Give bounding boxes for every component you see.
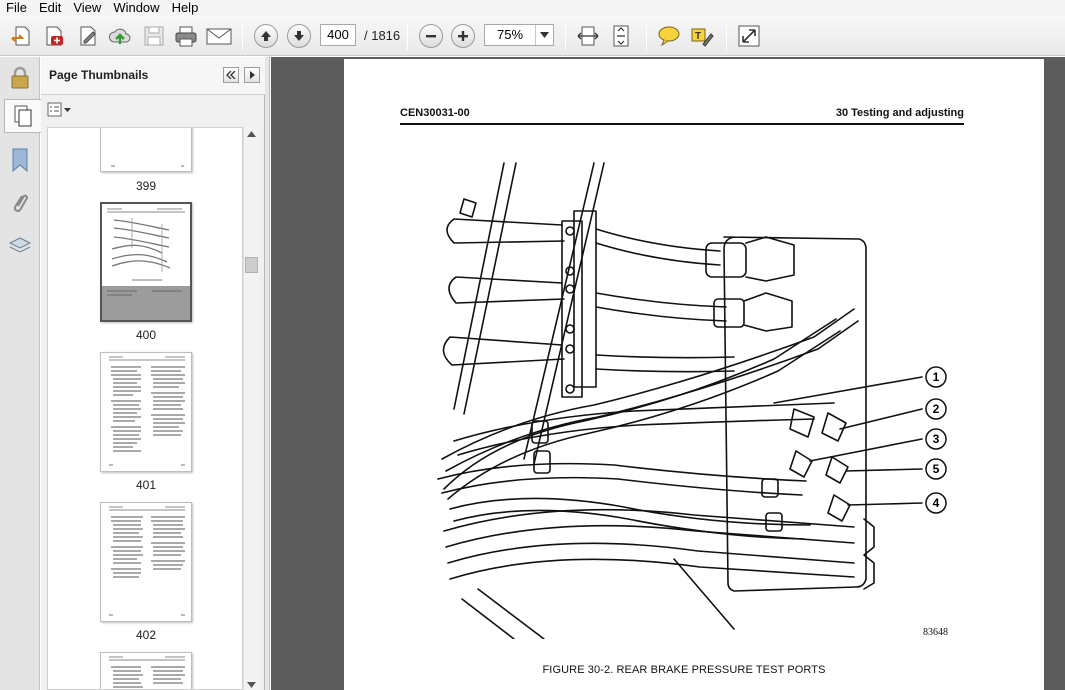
layers-icon[interactable]: [4, 229, 36, 263]
menu-help[interactable]: Help: [166, 0, 205, 16]
menu-bar: File Edit View Window Help: [0, 0, 1065, 16]
attachment-icon[interactable]: [4, 187, 36, 221]
menu-edit[interactable]: Edit: [33, 0, 67, 16]
scroll-up-icon: [247, 131, 256, 137]
save-icon[interactable]: [140, 22, 168, 50]
thumbnail-page-399[interactable]: [100, 128, 192, 172]
zoom-in-button[interactable]: [451, 24, 475, 48]
menu-file[interactable]: File: [0, 0, 33, 16]
chevron-down-icon[interactable]: [535, 25, 553, 45]
panel-header: Page Thumbnails: [41, 57, 265, 95]
edit-icon[interactable]: [74, 22, 102, 50]
fit-width-icon[interactable]: [574, 22, 602, 50]
navigation-rail: [0, 57, 41, 690]
thumbnail-page-400[interactable]: [100, 202, 192, 322]
open-icon[interactable]: [8, 22, 36, 50]
callout-5: 5: [933, 462, 940, 476]
figure-number: 83648: [923, 627, 948, 638]
zoom-value: 75%: [496, 27, 524, 42]
thumbnail-page-401[interactable]: [100, 352, 192, 472]
panel-title: Page Thumbnails: [49, 68, 149, 82]
comment-icon[interactable]: [655, 22, 683, 50]
email-icon[interactable]: [205, 22, 233, 50]
brake-ports-figure: 1 2 3 5 4: [437, 162, 947, 639]
page-thumbnails-panel: Page Thumbnails 399 400 401 402: [41, 57, 265, 690]
callout-3: 3: [933, 432, 940, 446]
next-page-button[interactable]: [287, 24, 311, 48]
upload-icon[interactable]: [106, 22, 134, 50]
thumbnail-label-401: 401: [135, 478, 157, 492]
callout-2: 2: [933, 402, 940, 416]
acrobat-window: File Edit View Window Help 400 / 1816 75…: [0, 0, 1065, 690]
thumbnail-scrollbar[interactable]: [243, 127, 259, 690]
fit-page-icon[interactable]: [607, 22, 635, 50]
panel-splitter[interactable]: [265, 57, 270, 690]
scroll-down-icon: [247, 682, 256, 688]
page-number-input[interactable]: 400: [320, 24, 356, 46]
zoom-select[interactable]: 75%: [484, 24, 554, 46]
page-header-right: 30 Testing and adjusting: [835, 107, 964, 119]
svg-text:T: T: [695, 31, 701, 42]
menu-window[interactable]: Window: [107, 0, 165, 16]
thumbnail-page-402[interactable]: [100, 502, 192, 622]
highlight-icon[interactable]: T: [688, 22, 716, 50]
page-total: / 1816: [364, 28, 401, 43]
callout-1: 1: [933, 370, 940, 384]
thumbnail-label-400: 400: [135, 328, 157, 342]
thumbnail-page-403[interactable]: [100, 652, 192, 689]
create-pdf-icon[interactable]: [40, 22, 68, 50]
menu-view[interactable]: View: [67, 0, 107, 16]
pdf-page: CEN30031-00 30 Testing and adjusting 1 2…: [344, 59, 1044, 690]
thumbnail-label-399: 399: [135, 179, 157, 193]
figure-caption: FIGURE 30-2. REAR BRAKE PRESSURE TEST PO…: [542, 664, 826, 676]
zoom-out-button[interactable]: [419, 24, 443, 48]
scrollbar-thumb[interactable]: [245, 257, 258, 273]
lock-icon[interactable]: [4, 61, 36, 95]
thumbnail-list: 399 400 401 402: [47, 127, 243, 690]
previous-page-button[interactable]: [254, 24, 278, 48]
print-icon[interactable]: [172, 22, 200, 50]
toolbar: 400 / 1816 75% T: [0, 16, 1065, 56]
collapse-panel-icon[interactable]: [223, 67, 239, 83]
callout-markers: 1 2 3 5 4: [925, 366, 947, 514]
page-thumbnails-tab[interactable]: [4, 99, 41, 133]
header-rule: [400, 123, 964, 125]
document-viewport[interactable]: CEN30031-00 30 Testing and adjusting 1 2…: [271, 57, 1065, 690]
expand-panel-icon[interactable]: [244, 67, 260, 83]
page-header-left: CEN30031-00: [400, 107, 470, 119]
full-screen-icon[interactable]: [735, 22, 763, 50]
thumbnail-label-402: 402: [135, 628, 157, 642]
callout-4: 4: [933, 496, 940, 510]
options-menu-button[interactable]: [47, 101, 73, 119]
bookmark-icon[interactable]: [4, 143, 36, 177]
